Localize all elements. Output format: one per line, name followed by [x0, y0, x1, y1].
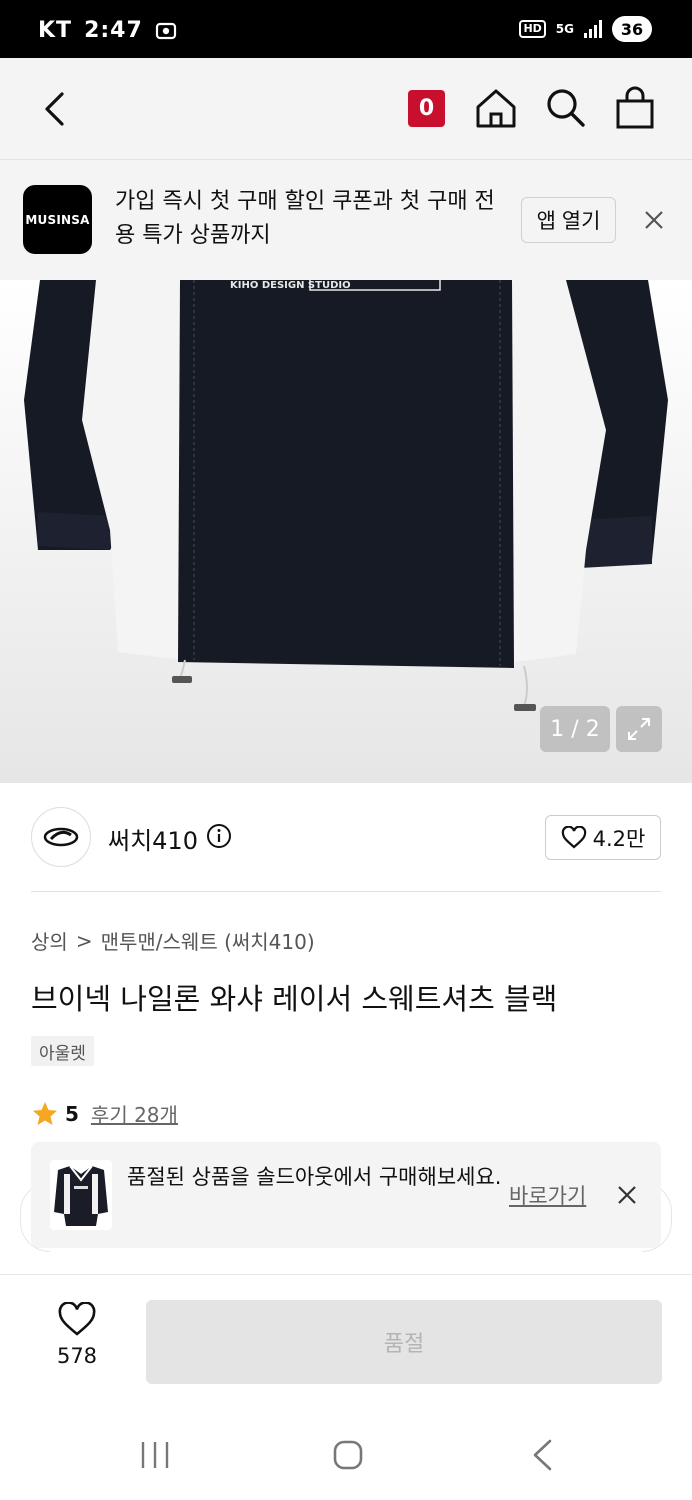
- carrier-label: KT: [38, 18, 73, 43]
- star-icon: [33, 1101, 57, 1125]
- product-image-gallery[interactable]: KIHO DESIGN STUDIO 1 / 2: [0, 280, 692, 783]
- expand-icon: [628, 718, 650, 740]
- back-icon[interactable]: [36, 86, 76, 132]
- rating-score: 5: [65, 1101, 79, 1126]
- breadcrumb-subcategory[interactable]: 맨투맨/스웨트 (써치410): [101, 926, 315, 955]
- bottom-bar-divider: [0, 1274, 692, 1275]
- app-install-banner: MUSINSA 가입 즉시 첫 구매 할인 쿠폰과 첫 구매 전용 특가 상품까…: [0, 160, 692, 280]
- outlet-tag: 아울렛: [31, 1036, 94, 1066]
- breadcrumb-separator: >: [75, 928, 93, 953]
- go-to-soldout-link[interactable]: 바로가기: [509, 1180, 586, 1210]
- soldout-toast: 품절된 상품을 솔드아웃에서 구매해보세요. 바로가기: [31, 1142, 661, 1248]
- screenshot-icon: [155, 22, 176, 39]
- system-nav-bar: [0, 1410, 692, 1500]
- battery-icon: 36: [612, 16, 652, 42]
- review-link[interactable]: 후기 28개: [91, 1099, 178, 1128]
- open-app-button[interactable]: 앱 열기: [521, 197, 616, 243]
- close-icon[interactable]: [640, 206, 668, 234]
- expand-button[interactable]: [616, 706, 662, 752]
- divider: [31, 891, 661, 892]
- brand-logo-icon: [43, 827, 79, 847]
- brand-like-count: 4.2만: [592, 826, 646, 851]
- brand-like-button[interactable]: 4.2만: [545, 815, 661, 860]
- toast-message: 품절된 상품을 솔드아웃에서 구매해보세요.: [127, 1165, 502, 1189]
- breadcrumb-category[interactable]: 상의: [31, 926, 68, 955]
- status-bar: KT 2:47 HD 5G 36: [0, 0, 692, 58]
- app-header: 0: [0, 58, 692, 160]
- toast-product-thumbnail: [50, 1160, 112, 1230]
- musinsa-logo: MUSINSA: [23, 185, 92, 254]
- product-title: 브이넥 나일론 와샤 레이서 스웨트셔츠 블랙: [31, 982, 558, 1016]
- signal-icon: [584, 20, 602, 38]
- heart-icon: [561, 825, 586, 848]
- back-button-icon[interactable]: [530, 1438, 554, 1472]
- image-counter: 1 / 2: [540, 706, 610, 752]
- rating-row: 5 후기 28개: [31, 1099, 178, 1128]
- brand-row: 써치410 4.2만: [0, 783, 692, 891]
- shopping-bag-icon[interactable]: [614, 86, 656, 130]
- search-icon[interactable]: [544, 86, 588, 130]
- sold-out-button[interactable]: 품절: [146, 1300, 662, 1384]
- close-icon[interactable]: [615, 1183, 639, 1207]
- wishlist-count: 578: [56, 1344, 98, 1368]
- breadcrumb: 상의 > 맨투맨/스웨트 (써치410): [31, 926, 315, 955]
- brand-name[interactable]: 써치410: [108, 821, 198, 856]
- promo-message: 가입 즉시 첫 구매 할인 쿠폰과 첫 구매 전용 특가 상품까지: [115, 189, 495, 248]
- heart-icon: [58, 1302, 96, 1336]
- clock: 2:47: [84, 18, 143, 43]
- hd-voice-icon: HD: [519, 20, 546, 38]
- cart-count-badge[interactable]: 0: [408, 90, 445, 127]
- network-5g-icon: 5G: [555, 22, 574, 36]
- recent-apps-icon[interactable]: [140, 1440, 170, 1470]
- home-button-icon[interactable]: [332, 1439, 364, 1471]
- wishlist-button[interactable]: 578: [40, 1302, 114, 1382]
- info-icon[interactable]: [206, 823, 232, 849]
- home-icon[interactable]: [474, 86, 518, 130]
- brand-avatar[interactable]: [31, 807, 91, 867]
